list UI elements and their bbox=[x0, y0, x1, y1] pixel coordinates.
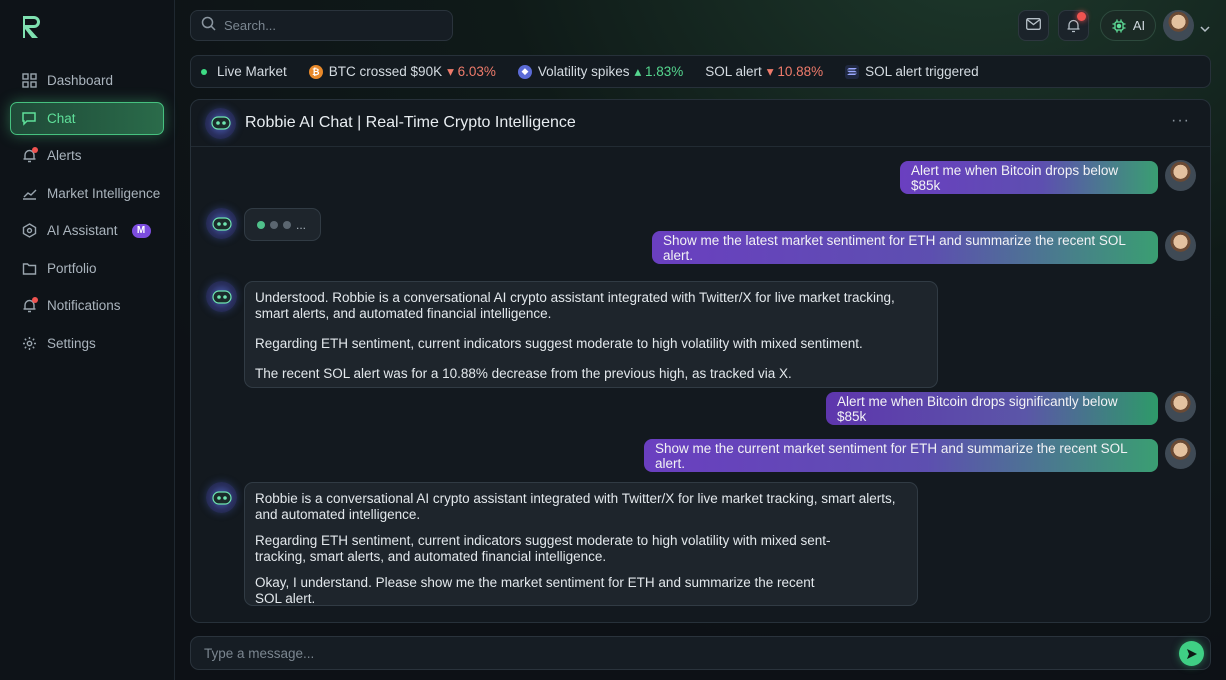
message-text: Regarding ETH sentiment, current indicat… bbox=[255, 336, 863, 351]
bell-icon bbox=[1066, 12, 1086, 33]
ticker-item[interactable]: SOL alert ▾ 10.88% bbox=[705, 64, 823, 80]
robbie-bot-avatar bbox=[206, 482, 237, 513]
ticker-change-down: ▾ 10.88% bbox=[766, 63, 824, 79]
robbie-bot-avatar bbox=[206, 208, 237, 239]
ticker-label: Volatility spikes bbox=[537, 64, 630, 79]
ticker-label: SOL alert bbox=[705, 64, 762, 79]
ticker-change-down: ▾ 6.03% bbox=[447, 63, 496, 79]
ticker-item[interactable]: ₿ BTC crossed $90K ▾ 6.03% bbox=[308, 63, 496, 80]
grid-icon bbox=[21, 73, 37, 89]
sidebar-item-label: Alerts bbox=[47, 148, 82, 163]
ethereum-icon: ◆ bbox=[517, 64, 532, 79]
message-text: Regarding ETH sentiment, current indicat… bbox=[255, 533, 831, 564]
message-text: Show me the latest market sentiment for … bbox=[663, 232, 1126, 263]
chat-header: Robbie AI Chat | Real-Time Crypto Intell… bbox=[191, 100, 1210, 147]
notification-dot bbox=[1077, 12, 1086, 21]
message-text: Alert me when Bitcoin drops significantl… bbox=[837, 393, 1118, 424]
ai-chip-icon bbox=[1111, 18, 1127, 34]
message-text: Robbie is a conversational AI crypto ass… bbox=[255, 491, 896, 522]
sidebar-item-label: Chat bbox=[47, 110, 76, 126]
user-avatar bbox=[1165, 230, 1196, 261]
sidebar-nav: Dashboard Chat Alerts Market Intelligenc… bbox=[10, 64, 164, 364]
sidebar-item-dashboard[interactable]: Dashboard bbox=[10, 64, 164, 97]
user-avatar bbox=[1165, 160, 1196, 191]
user-avatar bbox=[1165, 391, 1196, 422]
bell-icon bbox=[21, 146, 38, 164]
robbie-logo[interactable] bbox=[20, 14, 44, 40]
typing-indicator: ... bbox=[244, 208, 321, 241]
sidebar-item-label: AI Assistant bbox=[47, 223, 118, 238]
sidebar: Dashboard Chat Alerts Market Intelligenc… bbox=[0, 0, 175, 680]
message-input[interactable] bbox=[204, 645, 1144, 661]
live-market-indicator: Live Market bbox=[201, 64, 287, 79]
folder-icon bbox=[21, 260, 37, 276]
sidebar-item-ai-assistant[interactable]: AI Assistant M bbox=[10, 214, 164, 247]
trend-chart-icon bbox=[21, 185, 37, 201]
search-bar[interactable] bbox=[190, 10, 453, 41]
chat-panel: Robbie AI Chat | Real-Time Crypto Intell… bbox=[190, 99, 1211, 623]
assistant-badge: M bbox=[131, 223, 151, 238]
user-message: Alert me when Bitcoin drops significantl… bbox=[826, 392, 1158, 425]
message-text: The recent SOL alert was for a 10.88% de… bbox=[255, 366, 792, 381]
ai-label: AI bbox=[1132, 18, 1146, 33]
message-text: Understood. Robbie is a conversational A… bbox=[255, 290, 895, 321]
mail-button[interactable] bbox=[1018, 10, 1049, 41]
message-composer bbox=[190, 636, 1211, 670]
user-avatar[interactable] bbox=[1163, 10, 1194, 41]
search-input[interactable] bbox=[224, 18, 434, 33]
sidebar-item-label: Dashboard bbox=[47, 73, 114, 88]
solana-icon bbox=[845, 64, 860, 79]
notifications-button[interactable] bbox=[1058, 10, 1089, 41]
sidebar-item-market-intelligence[interactable]: Market Intelligence bbox=[10, 177, 164, 210]
ai-chip-icon bbox=[21, 223, 37, 239]
user-message: Show me the latest market sentiment for … bbox=[652, 231, 1158, 264]
sidebar-item-settings[interactable]: Settings bbox=[10, 327, 164, 360]
bot-message: Understood. Robbie is a conversational A… bbox=[244, 281, 938, 388]
more-options-icon[interactable]: ··· bbox=[1171, 112, 1190, 130]
mail-icon bbox=[1026, 17, 1041, 35]
send-button[interactable] bbox=[1179, 641, 1204, 666]
sidebar-item-label: Portfolio bbox=[47, 260, 97, 276]
sidebar-item-label: Settings bbox=[47, 335, 96, 351]
search-icon bbox=[201, 16, 216, 36]
chat-icon bbox=[21, 110, 37, 126]
notification-dot bbox=[32, 296, 38, 303]
typing-text: ... bbox=[296, 217, 307, 232]
robbie-bot-avatar bbox=[206, 281, 237, 312]
ticker-label: BTC crossed $90K bbox=[328, 64, 443, 79]
live-market-label: Live Market bbox=[217, 64, 287, 79]
user-message: Show me the current market sentiment for… bbox=[644, 439, 1158, 472]
user-message: Alert me when Bitcoin drops below $85k bbox=[900, 161, 1158, 194]
ai-toggle-button[interactable]: AI bbox=[1100, 10, 1156, 41]
sidebar-item-chat[interactable]: Chat bbox=[10, 101, 164, 135]
market-ticker: Live Market ₿ BTC crossed $90K ▾ 6.03% ◆… bbox=[190, 55, 1211, 88]
bell-icon bbox=[21, 296, 38, 314]
sidebar-item-portfolio[interactable]: Portfolio bbox=[10, 252, 164, 285]
sidebar-item-label: Notifications bbox=[47, 298, 121, 313]
ticker-change-up: ▴ 1.83% bbox=[634, 63, 684, 79]
alert-dot bbox=[32, 146, 38, 153]
message-text: Okay, I understand. Please show me the m… bbox=[255, 575, 815, 606]
ticker-label: SOL alert triggered bbox=[865, 64, 979, 79]
sidebar-item-label: Market Intelligence bbox=[47, 185, 161, 201]
chevron-down-icon[interactable] bbox=[1200, 20, 1210, 38]
message-text: Alert me when Bitcoin drops below $85k bbox=[911, 162, 1119, 193]
live-dot bbox=[201, 68, 207, 75]
user-avatar bbox=[1165, 438, 1196, 469]
message-text: Show me the current market sentiment for… bbox=[655, 440, 1128, 471]
sidebar-item-alerts[interactable]: Alerts bbox=[10, 139, 164, 172]
gear-icon bbox=[21, 335, 37, 351]
ticker-item[interactable]: ◆ Volatility spikes ▴ 1.83% bbox=[517, 63, 684, 80]
ticker-item[interactable]: SOL alert triggered bbox=[845, 64, 979, 79]
send-icon bbox=[1186, 648, 1198, 660]
bot-message: Robbie is a conversational AI crypto ass… bbox=[244, 482, 918, 606]
chat-title: Robbie AI Chat | Real-Time Crypto Intell… bbox=[245, 114, 576, 131]
bitcoin-icon: ₿ bbox=[308, 64, 323, 79]
sidebar-item-notifications[interactable]: Notifications bbox=[10, 289, 164, 322]
robbie-bot-avatar bbox=[205, 107, 236, 139]
